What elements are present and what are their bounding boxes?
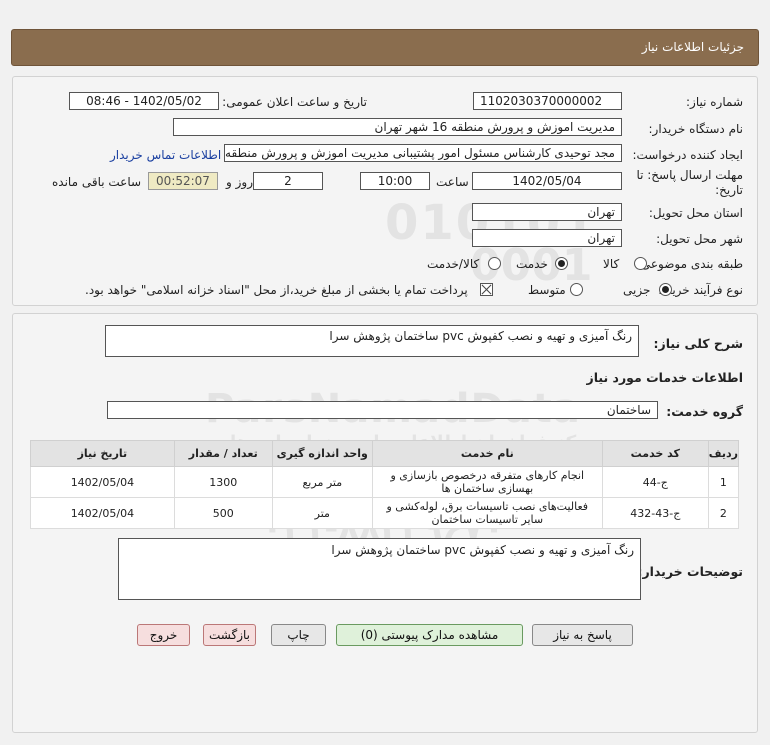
print-button[interactable]: چاپ — [271, 624, 326, 646]
need-number-field: 1102030370000002 — [473, 92, 622, 110]
announce-label: تاریخ و ساعت اعلان عمومی: — [222, 95, 367, 109]
header-need-date: تاریخ نیاز — [30, 440, 175, 467]
services-heading: اطلاعات خدمات مورد نیاز — [586, 370, 744, 385]
days-label: روز و — [226, 175, 253, 189]
payment-note: پرداخت تمام یا بخشی از مبلغ خرید،از محل … — [85, 283, 468, 297]
buyer-notes-label: توضیحات خریدار: — [637, 564, 743, 579]
cell-need-date: 1402/05/04 — [30, 466, 175, 498]
city-label: شهر محل تحویل: — [656, 232, 743, 246]
services-table: ردیف کد خدمت نام خدمت واحد اندازه گیری ت… — [30, 440, 740, 529]
purchase-option-minor: جزیی — [623, 283, 651, 297]
table-row: 1 ج-44 انجام کارهای متفرقه درخصوص بازساز… — [30, 466, 740, 498]
page-header: جزئیات اطلاعات نیاز — [11, 29, 759, 66]
cell-service-name: انجام کارهای متفرقه درخصوص بازسازی و بهس… — [371, 466, 603, 498]
category-option-service: خدمت — [516, 257, 548, 271]
header-service-name: نام خدمت — [371, 440, 603, 467]
back-button[interactable]: بازگشت — [203, 624, 256, 646]
need-number-label: شماره نیاز: — [686, 95, 743, 109]
table-row: 2 ج-43-432 فعالیت‌های نصب تاسیسات برق، ل… — [30, 497, 740, 529]
deadline-hour-field: 10:00 — [360, 172, 430, 190]
creator-label: ایجاد کننده درخواست: — [632, 148, 743, 162]
province-field: تهران — [472, 203, 622, 221]
category-radio-service[interactable] — [555, 257, 568, 270]
cell-unit: متر مربع — [271, 466, 373, 498]
reply-button[interactable]: پاسخ به نیاز — [532, 624, 633, 646]
cell-quantity: 500 — [173, 497, 273, 529]
days-field: 2 — [253, 172, 323, 190]
header-quantity: تعداد / مقدار — [173, 440, 273, 467]
cell-service-code: ج-43-432 — [601, 497, 709, 529]
category-radio-goods-service[interactable] — [488, 257, 501, 270]
exit-button[interactable]: خروج — [137, 624, 190, 646]
buyer-org-label: نام دستگاه خریدار: — [648, 122, 744, 136]
cell-need-date: 1402/05/04 — [30, 497, 175, 529]
remaining-label: ساعت باقی مانده — [52, 175, 142, 189]
service-group-label: گروه خدمت: — [666, 404, 743, 419]
purchase-option-medium: متوسط — [528, 283, 566, 297]
deadline-date-field: 1402/05/04 — [472, 172, 622, 190]
purchase-radio-minor[interactable] — [659, 283, 672, 296]
creator-field: مجد توحیدی کارشناس مسئول امور پشتیبانی م… — [224, 144, 622, 162]
summary-label: شرح کلی نیاز: — [653, 336, 743, 351]
province-label: استان محل تحویل: — [648, 206, 743, 220]
category-label: طبقه بندی موضوعی: — [636, 257, 743, 271]
buyer-org-field: مدیریت اموزش و پرورش منطقه 16 شهر تهران — [173, 118, 622, 136]
cell-service-code: ج-44 — [601, 466, 709, 498]
cell-service-name: فعالیت‌های نصب تاسیسات برق، لوله‌کشی و س… — [371, 497, 603, 529]
header-service-code: کد خدمت — [601, 440, 709, 467]
cell-row-number: 1 — [707, 466, 740, 498]
header-unit: واحد اندازه گیری — [271, 440, 373, 467]
deadline-label: مهلت ارسال پاسخ: تا تاریخ: — [636, 168, 743, 197]
service-group-field: ساختمان — [107, 401, 658, 419]
header-row-number: ردیف — [707, 440, 740, 467]
purchase-radio-medium[interactable] — [570, 283, 583, 296]
deadline-hour-label: ساعت — [436, 175, 469, 189]
treasury-payment-checkbox[interactable] — [480, 283, 493, 296]
buyer-contact-link[interactable]: اطلاعات تماس خریدار — [110, 148, 221, 162]
announce-field: 1402/05/02 - 08:46 — [69, 92, 219, 110]
cell-quantity: 1300 — [173, 466, 273, 498]
buyer-notes-field: رنگ آمیزی و تهیه و نصب کفپوش pvc ساختمان… — [118, 538, 641, 600]
cell-row-number: 2 — [707, 497, 740, 529]
cell-unit: متر — [271, 497, 373, 529]
attachments-button[interactable]: مشاهده مدارک پیوستی (0) — [336, 624, 523, 646]
page-title: جزئیات اطلاعات نیاز — [641, 40, 744, 54]
category-option-goods: کالا — [603, 257, 620, 271]
city-field: تهران — [472, 229, 622, 247]
summary-field: رنگ آمیزی و تهیه و نصب کفپوش pvc ساختمان… — [105, 325, 639, 357]
category-radio-goods[interactable] — [634, 257, 647, 270]
table-header-row: ردیف کد خدمت نام خدمت واحد اندازه گیری ت… — [30, 440, 740, 467]
remaining-time-field: 00:52:07 — [148, 172, 218, 190]
category-option-goods-service: کالا/خدمت — [427, 257, 480, 271]
